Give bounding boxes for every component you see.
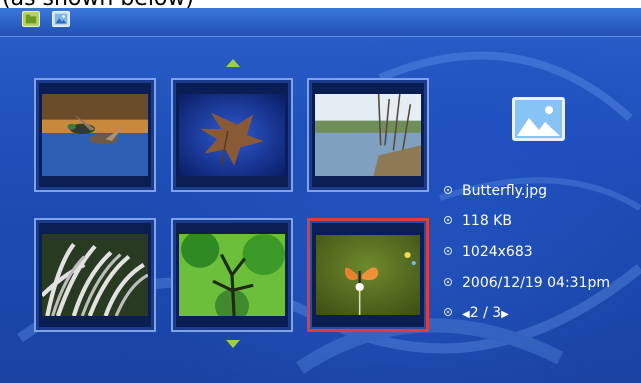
photo-icon[interactable]: [52, 11, 70, 27]
next-page-icon[interactable]: ▶: [501, 309, 509, 320]
page-current: 2: [469, 305, 479, 321]
thumbnail-leaf[interactable]: [171, 78, 293, 192]
up-arrow-icon[interactable]: [226, 59, 240, 67]
datetime-row: 2006/12/19 04:31pm: [444, 270, 610, 296]
resolution: 1024x683: [462, 244, 533, 260]
thumbnail-image: [315, 94, 421, 176]
datetime: 2006/12/19 04:31pm: [462, 275, 611, 291]
bullet-icon: [444, 247, 452, 255]
bullet-icon: [444, 278, 452, 286]
thumbnail-tree[interactable]: [171, 218, 293, 332]
image-icon: [512, 97, 565, 141]
top-toolbar: [0, 8, 641, 37]
thumbnail-grass[interactable]: [34, 218, 156, 332]
page-total: 3: [492, 305, 502, 321]
photo-browser-screen: Butterfly.jpg 118 KB 1024x683 2006/12/19…: [0, 8, 641, 383]
pager-row: ◀2 / 3▶: [444, 300, 509, 326]
prev-page-icon[interactable]: ◀: [462, 309, 470, 320]
bullet-icon: [444, 186, 452, 194]
bullet-icon: [444, 216, 452, 224]
thumbnail-river[interactable]: [307, 78, 429, 192]
thumbnail-ducks[interactable]: [34, 78, 156, 192]
resolution-row: 1024x683: [444, 239, 533, 265]
filename-row: Butterfly.jpg: [444, 178, 547, 204]
thumbnail-butterfly[interactable]: [307, 218, 429, 332]
down-arrow-icon[interactable]: [226, 340, 240, 348]
folder-icon[interactable]: [22, 11, 40, 27]
thumbnail-image: [179, 234, 285, 316]
thumbnail-image: [42, 94, 148, 176]
file-size: 118 KB: [462, 213, 512, 229]
thumbnail-image: [316, 235, 420, 315]
bullet-icon: [444, 308, 452, 316]
filesize-row: 118 KB: [444, 208, 512, 234]
filename: Butterfly.jpg: [462, 183, 548, 199]
thumbnail-image: [42, 234, 148, 316]
thumbnail-image: [179, 94, 285, 176]
page-separator: /: [483, 305, 488, 321]
